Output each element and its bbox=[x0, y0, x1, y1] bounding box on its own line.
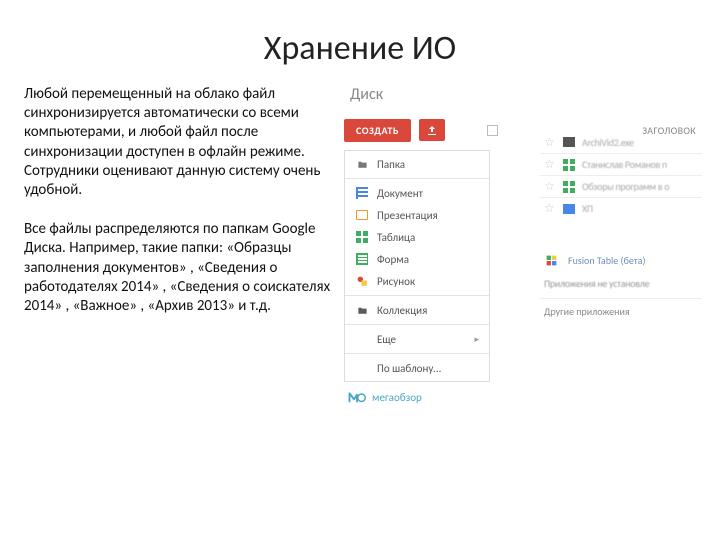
other-apps-link[interactable]: Другие приложения bbox=[540, 298, 702, 324]
file-row[interactable]: ☆ ХП bbox=[540, 197, 702, 219]
menu-sheets[interactable]: Таблица bbox=[345, 226, 489, 248]
menu-presentation-label: Презентация bbox=[377, 209, 438, 222]
create-menu: Папка Документ Презентация bbox=[344, 150, 490, 382]
megaobzor-text: мегаобзор bbox=[372, 391, 422, 404]
apps-not-installed-label: Приложения не установле bbox=[540, 275, 702, 292]
divider bbox=[345, 324, 489, 325]
file-name: ArchiVid2.exe bbox=[582, 136, 634, 149]
menu-folder-label: Папка bbox=[377, 158, 405, 171]
menu-folder[interactable]: Папка bbox=[345, 153, 489, 175]
menu-connections-label: Коллекция bbox=[377, 304, 427, 317]
fusion-icon bbox=[544, 254, 558, 266]
content-area: Любой перемещенный на облако файл синхро… bbox=[0, 85, 720, 404]
paragraph-1: Любой перемещенный на облако файл синхро… bbox=[24, 85, 334, 200]
menu-more[interactable]: Еще ▸ bbox=[345, 328, 489, 350]
menu-document[interactable]: Документ bbox=[345, 182, 489, 204]
upload-icon bbox=[426, 124, 438, 136]
file-row[interactable]: ☆ Обзоры программ в о bbox=[540, 175, 702, 197]
menu-drawing[interactable]: Рисунок bbox=[345, 270, 489, 292]
menu-presentation[interactable]: Презентация bbox=[345, 204, 489, 226]
file-list-panel: ☆ ArchiVid2.exe ☆ Станислав Романов п ☆ … bbox=[540, 131, 702, 324]
file-row[interactable]: ☆ Станислав Романов п bbox=[540, 153, 702, 175]
slide-title: Хранение ИО bbox=[0, 0, 720, 85]
star-icon[interactable]: ☆ bbox=[544, 179, 556, 194]
divider bbox=[345, 178, 489, 179]
folder-icon bbox=[355, 157, 369, 171]
paragraph-2: Все файлы распределяются по папкам Googl… bbox=[24, 220, 334, 316]
folder-shared-icon bbox=[355, 303, 369, 317]
fusion-table-label: Fusion Table (бета) bbox=[564, 252, 650, 269]
star-icon[interactable]: ☆ bbox=[544, 201, 556, 216]
menu-connections[interactable]: Коллекция bbox=[345, 299, 489, 321]
document-icon bbox=[355, 186, 369, 200]
file-name: ХП bbox=[582, 202, 593, 215]
menu-drawing-label: Рисунок bbox=[377, 275, 415, 288]
star-icon[interactable]: ☆ bbox=[544, 135, 556, 150]
chevron-right-icon: ▸ bbox=[474, 334, 479, 345]
presentation-icon bbox=[355, 208, 369, 222]
menu-form-label: Форма bbox=[377, 253, 409, 266]
drive-label: Диск bbox=[350, 85, 702, 104]
menu-template-label: По шаблону... bbox=[377, 362, 441, 375]
spacer bbox=[540, 219, 702, 249]
sheets-icon bbox=[355, 230, 369, 244]
doc-icon bbox=[562, 203, 576, 215]
megaobzor-watermark: мегаобзор bbox=[348, 390, 702, 404]
sheets-icon bbox=[562, 159, 576, 171]
sheets-icon bbox=[562, 181, 576, 193]
menu-template[interactable]: По шаблону... bbox=[345, 357, 489, 379]
file-name: Обзоры программ в о bbox=[582, 180, 669, 193]
divider bbox=[345, 353, 489, 354]
menu-form[interactable]: Форма bbox=[345, 248, 489, 270]
file-name: Станислав Романов п bbox=[582, 158, 667, 171]
create-button[interactable]: СОЗДАТЬ bbox=[344, 119, 411, 142]
form-icon bbox=[355, 252, 369, 266]
select-all-checkbox[interactable] bbox=[487, 125, 498, 136]
menu-sheets-label: Таблица bbox=[377, 231, 415, 244]
fusion-table-row[interactable]: Fusion Table (бета) bbox=[540, 249, 702, 271]
upload-button[interactable] bbox=[419, 119, 445, 141]
text-column: Любой перемещенный на облако файл синхро… bbox=[24, 85, 334, 404]
file-icon bbox=[562, 136, 576, 148]
file-row[interactable]: ☆ ArchiVid2.exe bbox=[540, 131, 702, 153]
divider bbox=[345, 295, 489, 296]
spacer bbox=[355, 332, 369, 346]
megaobzor-logo bbox=[348, 390, 366, 404]
spacer bbox=[355, 361, 369, 375]
menu-more-label: Еще bbox=[377, 333, 396, 346]
star-icon[interactable]: ☆ bbox=[544, 157, 556, 172]
drawing-icon bbox=[355, 274, 369, 288]
menu-document-label: Документ bbox=[377, 187, 423, 200]
drive-screenshot: Диск СОЗДАТЬ ЗАГОЛОВОК Папка bbox=[344, 85, 702, 404]
